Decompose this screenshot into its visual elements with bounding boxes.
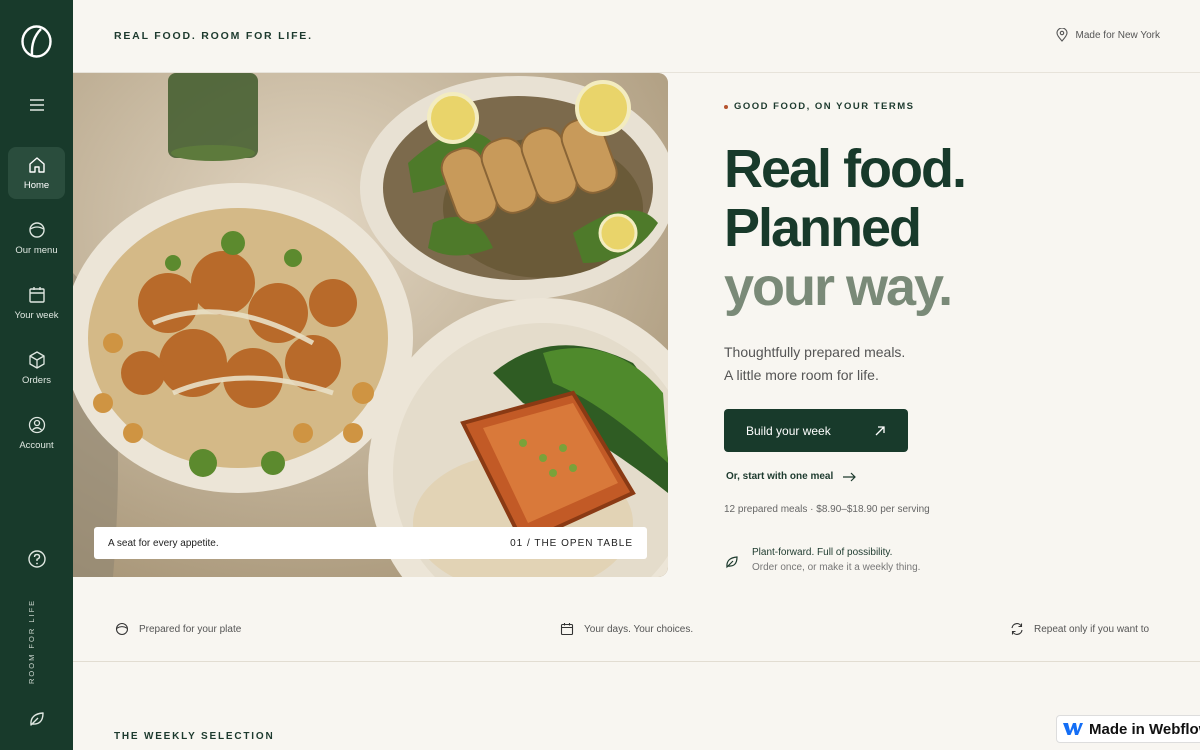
sidebar: Home Our menu Your week Orders Account R… [0, 0, 73, 750]
benefit-item: Your days. Your choices. [560, 622, 693, 636]
benefit-label: Your days. Your choices. [584, 623, 694, 635]
headline-line-3: your way. [724, 257, 953, 317]
price-line: 12 prepared meals · $8.90–$18.90 per ser… [724, 504, 930, 515]
benefit-item: Repeat only if you want to [1010, 622, 1149, 636]
leaf-icon [30, 712, 44, 726]
benefit-label: Repeat only if you want to [1034, 623, 1150, 635]
sidebar-item-account[interactable]: Account [8, 407, 65, 459]
cta-label: Build your week [746, 423, 831, 438]
brand-tagline: REAL FOOD. ROOM FOR LIFE. [114, 30, 313, 42]
map-pin-icon [1055, 28, 1068, 42]
caption-left: A seat for every appetite. [108, 537, 219, 549]
sidebar-item-label: Account [19, 439, 54, 451]
logo-icon [21, 25, 52, 58]
refresh-icon [1011, 623, 1023, 635]
headline-line-2: Planned [724, 198, 922, 258]
calendar-icon [28, 286, 45, 303]
subtitle-line-2: A little more room for life. [724, 367, 879, 383]
benefit-item: Prepared for your plate [115, 622, 241, 636]
user-icon [28, 416, 45, 433]
box-icon [28, 350, 45, 369]
hero-headline: Real food. Planned your way. [724, 139, 967, 317]
meal-bowls-illustration [73, 73, 668, 577]
feature-note: Plant-forward. Full of possibility. Orde… [724, 545, 920, 575]
headline-line-1: Real food. [724, 139, 967, 199]
help-button[interactable] [27, 549, 47, 569]
subtitle-line-1: Thoughtfully prepared meals. [724, 344, 906, 360]
secondary-label: Or, start with one meal [726, 471, 834, 482]
build-your-week-button[interactable]: Build your week [724, 409, 908, 452]
calendar-icon [560, 623, 574, 636]
made-in-webflow-badge[interactable]: Made in Webflow [1056, 715, 1200, 743]
sidebar-item-your-week[interactable]: Your week [8, 277, 65, 329]
sidebar-item-label: Our menu [15, 244, 58, 256]
sidebar-item-label: Home [23, 179, 50, 191]
location-indicator[interactable]: Made for New York [1055, 28, 1161, 42]
hamburger-icon [30, 99, 44, 111]
hero-caption: A seat for every appetite. 01 / THE OPEN… [94, 527, 647, 559]
sidebar-item-label: Your week [14, 309, 59, 321]
hero-image [73, 73, 668, 577]
sidebar-vertical-text: ROOM FOR LIFE [27, 598, 36, 684]
weekly-selection-title: THE WEEKLY SELECTION [114, 731, 275, 742]
arrow-up-right-icon [875, 425, 885, 435]
sidebar-item-our-menu[interactable]: Our menu [8, 212, 65, 264]
bowl-icon [115, 622, 129, 636]
leaf-button[interactable] [27, 709, 47, 729]
menu-button[interactable] [26, 95, 48, 115]
sidebar-item-orders[interactable]: Orders [8, 342, 65, 394]
sidebar-item-home[interactable]: Home [8, 147, 65, 199]
benefits-row: Prepared for your plate Your days. Your … [73, 598, 1200, 662]
brand-logo[interactable] [20, 25, 53, 58]
eyebrow-dot [724, 104, 728, 109]
start-one-meal-link[interactable]: Or, start with one meal [726, 471, 857, 482]
eyebrow: GOOD FOOD, ON YOUR TERMS [724, 101, 914, 112]
badge-label: Made in Webflow [1089, 720, 1200, 738]
arrow-right-icon [843, 472, 857, 481]
caption-right: 01 / THE OPEN TABLE [510, 537, 633, 549]
webflow-logo-icon [1063, 723, 1083, 735]
hero-subtitle: Thoughtfully prepared meals. A little mo… [724, 341, 905, 387]
home-icon [28, 156, 45, 173]
question-icon [28, 550, 46, 568]
leaf-icon [726, 556, 738, 569]
sidebar-item-label: Orders [21, 374, 52, 386]
bowl-icon [28, 221, 45, 238]
feature-title: Plant-forward. Full of possibility. [752, 547, 893, 558]
benefit-label: Prepared for your plate [139, 623, 242, 635]
feature-subtitle: Order once, or make it a weekly thing. [752, 562, 921, 573]
eyebrow-text: GOOD FOOD, ON YOUR TERMS [734, 101, 915, 112]
location-label: Made for New York [1075, 29, 1161, 41]
